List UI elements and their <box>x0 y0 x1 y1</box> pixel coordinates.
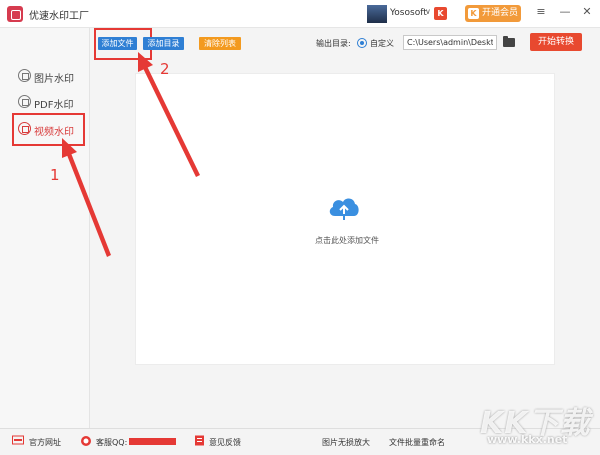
start-convert-button[interactable]: 开始转换 <box>530 33 582 51</box>
menu-icon[interactable]: ≡ <box>534 5 548 18</box>
custom-radio[interactable] <box>357 38 367 48</box>
cloud-upload-icon[interactable] <box>327 194 361 220</box>
chevron-down-icon[interactable]: ∨ <box>425 7 431 16</box>
footer-website-link[interactable]: 官方网址 <box>29 437 61 448</box>
vip-button-label: 开通会员 <box>482 8 519 18</box>
footer-batch-rename-link[interactable]: 文件批量重命名 <box>389 437 445 448</box>
username[interactable]: Yososoft <box>390 8 427 18</box>
brand-k-icon: K <box>434 7 447 20</box>
app-logo-icon <box>7 6 23 22</box>
annotation-number-1: 1 <box>50 166 60 184</box>
feedback-icon <box>195 435 204 446</box>
folder-icon[interactable] <box>503 36 515 47</box>
sidebar-item-label: PDF水印 <box>34 100 74 111</box>
annotation-number-2: 2 <box>160 60 170 78</box>
website-icon <box>12 435 24 445</box>
stamp-icon <box>18 69 31 82</box>
headset-icon <box>81 436 91 446</box>
site-watermark-url: www.kkx.net <box>487 433 568 446</box>
sidebar-item-pdf-watermark[interactable]: PDF水印 <box>0 92 90 112</box>
sidebar-item-label: 图片水印 <box>34 74 74 85</box>
sidebar: 图片水印 PDF水印 视频水印 <box>0 28 90 428</box>
footer-service-qq[interactable]: 客服QQ: <box>96 437 127 448</box>
add-file-button[interactable]: 添加文件 <box>98 37 137 50</box>
stamp-icon <box>18 95 31 108</box>
annotation-box-video <box>12 113 85 146</box>
title-bar: 优速水印工厂 Yososoft ∨ K K 开通会员 ≡ — ✕ <box>0 0 600 28</box>
add-folder-button[interactable]: 添加目录 <box>143 37 184 50</box>
output-dir-label: 输出目录: <box>316 39 351 48</box>
sidebar-item-image-watermark[interactable]: 图片水印 <box>0 66 90 86</box>
user-avatar[interactable] <box>367 5 387 23</box>
redaction-bar <box>129 438 176 445</box>
close-icon[interactable]: ✕ <box>580 5 594 18</box>
minimize-icon[interactable]: — <box>558 5 572 18</box>
clear-list-button[interactable]: 清除列表 <box>199 37 241 50</box>
footer-feedback-link[interactable]: 意见反馈 <box>209 437 241 448</box>
output-path-input[interactable] <box>403 35 497 50</box>
vip-k-icon: K <box>468 8 479 19</box>
custom-radio-label[interactable]: 自定义 <box>370 38 394 49</box>
footer-image-upscale-link[interactable]: 图片无损放大 <box>322 437 370 448</box>
app-title: 优速水印工厂 <box>29 11 89 22</box>
vip-button[interactable]: K 开通会员 <box>465 5 521 22</box>
drop-hint-text: 点击此处添加文件 <box>315 236 379 245</box>
